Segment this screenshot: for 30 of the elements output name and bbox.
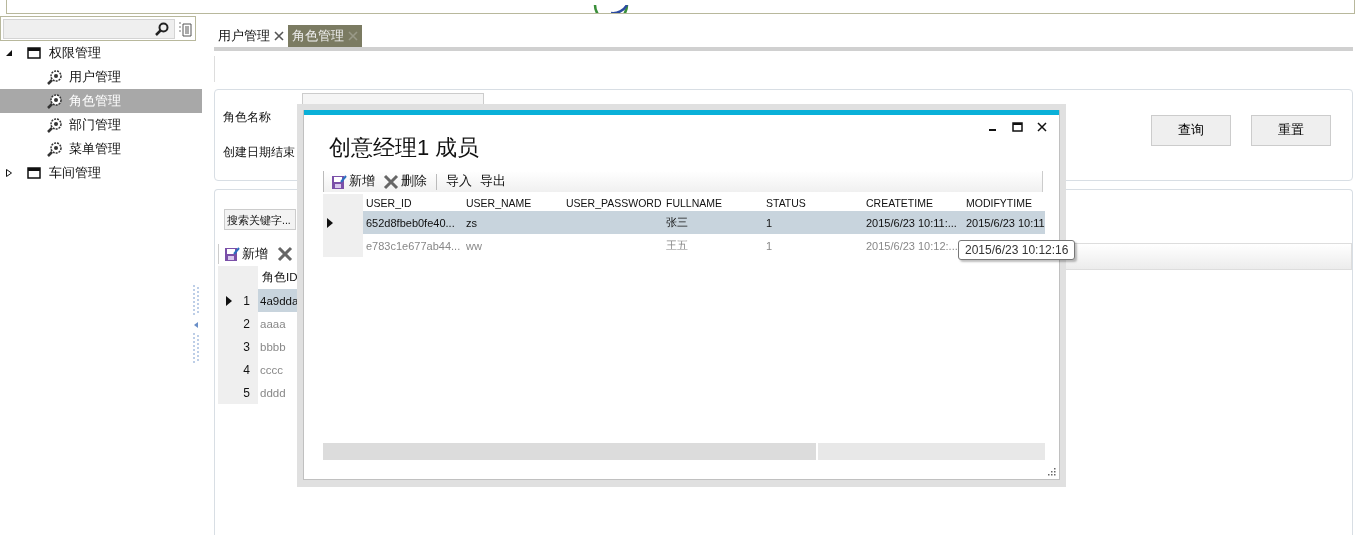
column-header: FULLNAME xyxy=(665,196,723,209)
table-cell: 2015/6/23 10:12:... xyxy=(866,239,958,252)
row-number: 5 xyxy=(243,385,250,400)
table-cell: e783c1e677ab44... xyxy=(366,239,461,252)
row-number: 3 xyxy=(243,339,250,354)
table-cell: 652d8fbeb0fe40... xyxy=(366,216,455,229)
table-cell: 2015/6/23 10:11:... xyxy=(866,216,957,229)
column-header: 角色ID xyxy=(261,270,298,285)
table-cell: 2015/6/23 10:11 xyxy=(966,216,1045,229)
column-header: USER_NAME xyxy=(465,196,533,209)
table-cell: 1 xyxy=(766,216,773,229)
column-header: CREATETIME xyxy=(865,196,934,209)
row-number: 1 xyxy=(243,293,250,308)
field-label: 创建日期结束 xyxy=(223,144,295,161)
column-header: USER_ID xyxy=(365,196,413,209)
table-cell: 1 xyxy=(766,239,773,252)
row-number: 4 xyxy=(243,362,250,377)
dialog-title: 创意经理1 成员 xyxy=(329,134,481,162)
table-cell: 王五 xyxy=(666,238,688,253)
field-label: 角色名称 xyxy=(223,109,271,126)
table-cell: zs xyxy=(466,216,477,229)
column-header: MODIFYTIME xyxy=(965,196,1033,209)
table-cell: 张三 xyxy=(666,215,688,230)
tree-label: 权限管理 xyxy=(49,44,101,62)
tree-label: 车间管理 xyxy=(49,164,101,182)
column-header: USER_PASSWORD xyxy=(565,196,663,209)
tooltip: 2015/6/23 10:12:16 xyxy=(958,240,1076,260)
table-cell: ww xyxy=(466,239,482,252)
column-header: STATUS xyxy=(765,196,807,209)
row-number: 2 xyxy=(243,316,250,331)
